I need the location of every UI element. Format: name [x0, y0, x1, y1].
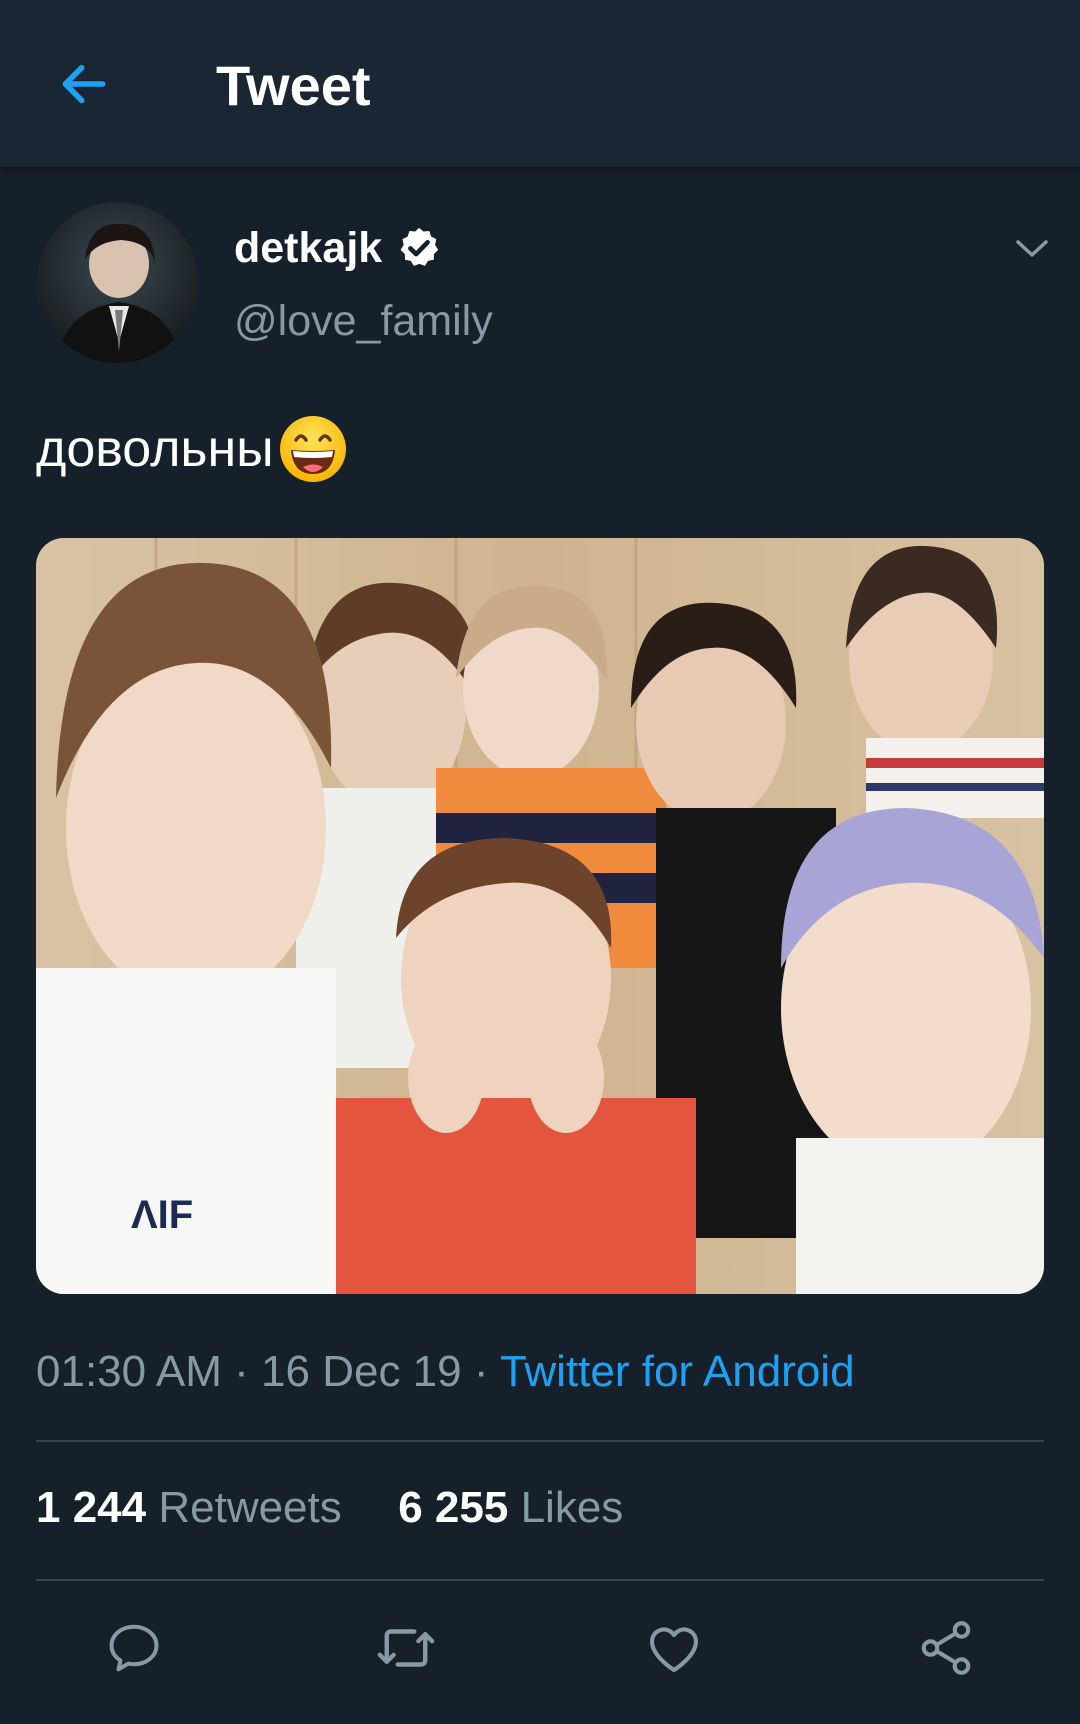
heart-icon — [649, 1627, 699, 1673]
page-title: Tweet — [216, 54, 371, 117]
likes-stat[interactable]: 6 255 Likes — [398, 1483, 623, 1532]
separator: · — [234, 1347, 249, 1396]
divider — [36, 1579, 1044, 1581]
display-name[interactable]: detkajk — [234, 222, 442, 274]
tweet-client-link[interactable]: Twitter for Android — [500, 1347, 855, 1396]
svg-text:ΛIF: ΛIF — [131, 1193, 193, 1237]
separator: · — [473, 1347, 489, 1396]
display-name-text: detkajk — [234, 224, 383, 272]
likes-count: 6 255 — [398, 1483, 509, 1532]
tweet-text: довольны — [36, 412, 350, 486]
tweet-text-content: довольны — [36, 420, 274, 478]
tweet-date: 16 Dec 19 — [261, 1347, 462, 1396]
retweets-label: Retweets — [158, 1483, 342, 1532]
avatar[interactable] — [37, 202, 198, 363]
verified-badge-icon — [400, 227, 439, 266]
retweet-icon — [377, 1629, 435, 1667]
retweets-count: 1 244 — [36, 1483, 147, 1532]
like-button[interactable] — [638, 1612, 710, 1684]
tweet-metadata: 01:30 AM · 16 Dec 19 · Twitter for Andro… — [36, 1344, 855, 1400]
more-options-button[interactable] — [1006, 226, 1058, 270]
tweet-time: 01:30 AM — [36, 1347, 222, 1396]
user-handle[interactable]: @love_family — [234, 295, 493, 347]
likes-label: Likes — [520, 1483, 624, 1532]
retweets-stat[interactable]: 1 244 Retweets — [36, 1483, 354, 1532]
retweet-button[interactable] — [370, 1612, 442, 1684]
arrow-left-icon — [62, 64, 106, 104]
share-button[interactable] — [910, 1612, 982, 1684]
tweet-stats: 1 244 Retweets 6 255 Likes — [36, 1480, 623, 1536]
top-app-bar: Tweet — [0, 0, 1080, 167]
grinning-face-emoji-icon — [279, 416, 346, 482]
tweet-photo[interactable]: ΛIF — [36, 538, 1044, 1294]
reply-button[interactable] — [98, 1612, 170, 1684]
divider — [36, 1440, 1044, 1442]
chevron-down-icon — [1016, 240, 1048, 257]
share-icon — [921, 1621, 971, 1675]
back-button[interactable] — [48, 48, 120, 120]
reply-icon — [109, 1624, 159, 1672]
